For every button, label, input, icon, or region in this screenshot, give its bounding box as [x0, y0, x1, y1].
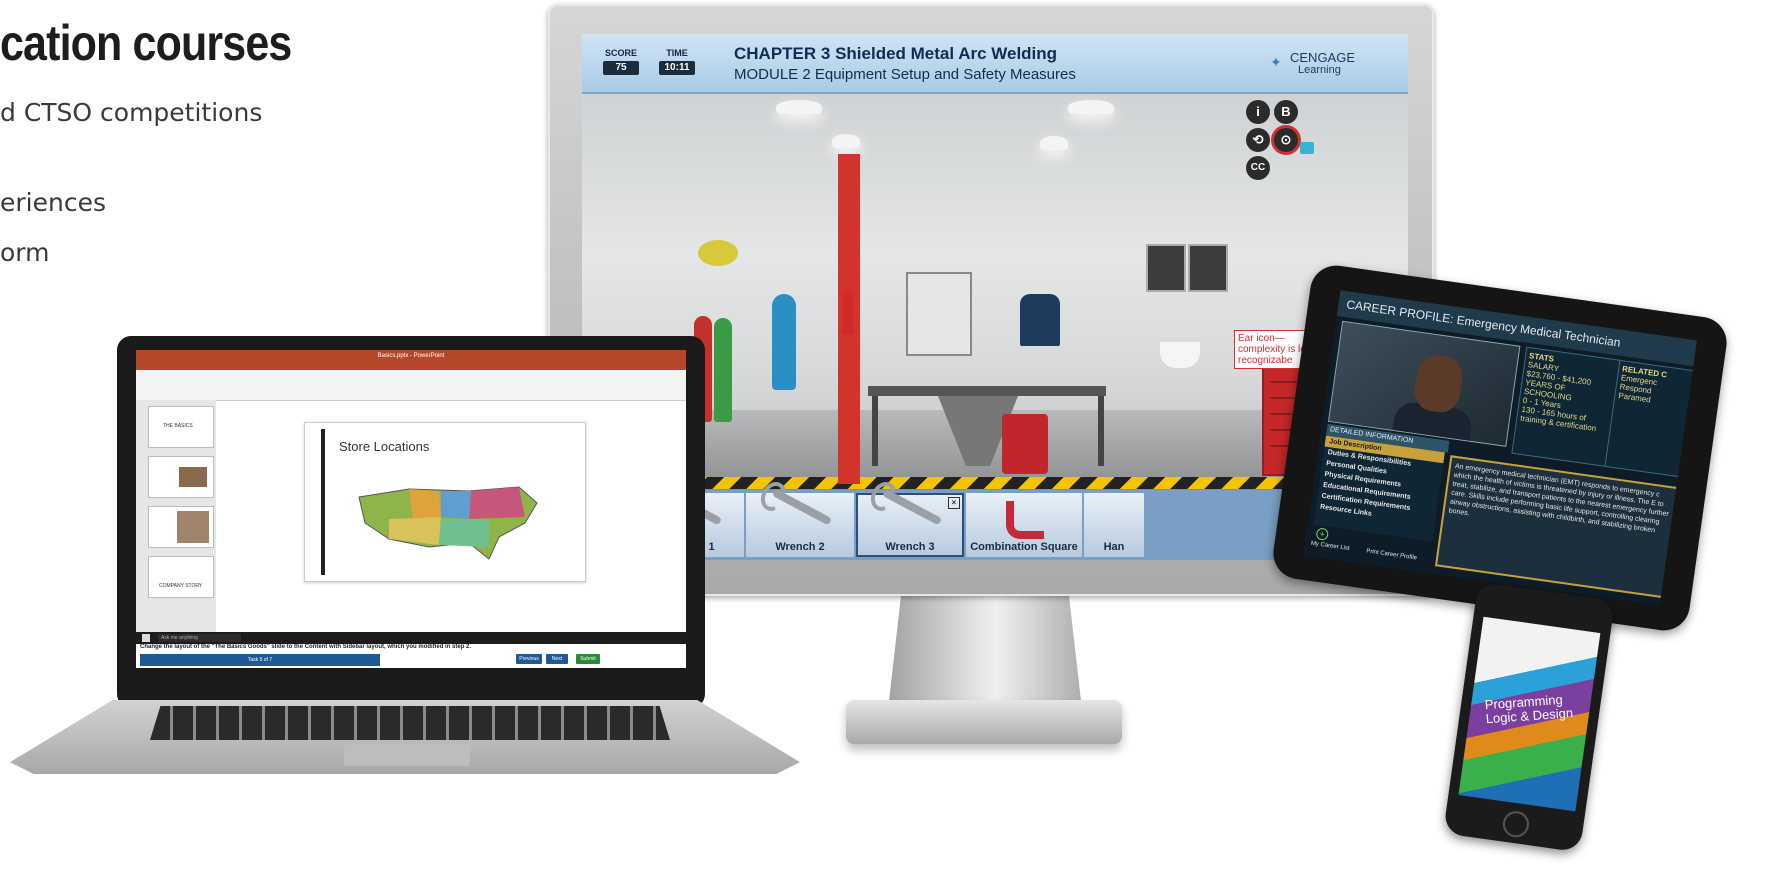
table-leg: [872, 396, 878, 466]
submit-button[interactable]: Submit: [576, 654, 600, 664]
tool-label: Wrench 2: [775, 541, 825, 553]
taskbar-search-input[interactable]: Ask me anything: [158, 634, 241, 642]
slide-canvas[interactable]: Store Locations: [304, 422, 586, 582]
hero-line-2: eriences: [0, 188, 106, 217]
book-title: Programming Logic & Design: [1484, 691, 1574, 727]
print-career-profile-link[interactable]: Print Career Profile: [1366, 548, 1417, 561]
welding-table[interactable]: [868, 386, 1106, 396]
detail-menu: Job Description Duties & Responsibilitie…: [1313, 435, 1445, 542]
close-icon[interactable]: ×: [948, 497, 960, 509]
window-title: Basics.pptx - PowerPoint: [136, 350, 686, 362]
hero-title: cation courses: [0, 15, 292, 71]
hose-reel[interactable]: [698, 240, 738, 266]
instruction-text: Change the layout of the "The Basics Goo…: [140, 644, 472, 650]
ceiling-lamp: [1040, 136, 1068, 150]
welding-machine[interactable]: [1002, 414, 1048, 474]
slide-sidebar: [321, 429, 325, 575]
keyboard: [150, 706, 670, 740]
ceiling-lamp: [1068, 100, 1114, 114]
slide-thumb[interactable]: [148, 456, 214, 498]
tool-item-combination-square[interactable]: Combination Square: [966, 493, 1083, 557]
thumb-image: [177, 511, 209, 543]
task-instructions: Change the layout of the "The Basics Goo…: [136, 644, 686, 668]
tool-label: Combination Square: [970, 541, 1078, 553]
slide-thumb[interactable]: [148, 506, 214, 548]
score-label: SCORE: [604, 48, 637, 58]
job-description-text: An emergency medical technician (EMT) re…: [1434, 455, 1685, 599]
time-value: 10:11: [659, 61, 695, 75]
ribbon[interactable]: [136, 370, 686, 401]
score-value: 75: [603, 61, 639, 75]
tool-label: Wrench 3: [885, 541, 935, 553]
us-map-image: [358, 486, 538, 560]
gas-cylinder-blue[interactable]: [772, 294, 796, 390]
welding-shop-scene: i B ⟲ ⊙ CC Ear icon—complexity is less r…: [582, 94, 1408, 490]
combination-square-icon: [1006, 501, 1044, 539]
replay-icon[interactable]: ⟲: [1246, 128, 1270, 152]
chapter-title: CHAPTER 3 Shielded Metal Arc Welding: [734, 44, 1058, 63]
presenter-face: [1411, 352, 1466, 415]
wrench-icon: [881, 488, 943, 526]
ceiling-lamp: [776, 100, 822, 114]
score-display: SCORE 75: [596, 48, 646, 75]
closed-caption-icon[interactable]: CC: [1246, 156, 1270, 180]
electrical-panel: [906, 272, 972, 356]
monitor-stand: [888, 596, 1082, 706]
wrench-icon: [771, 488, 833, 526]
gas-cylinder-green[interactable]: [714, 318, 732, 422]
ebook-cover[interactable]: Programming Logic & Design: [1458, 616, 1601, 812]
simulation-header: SCORE 75 TIME 10:11 CHAPTER 3 Shielded M…: [582, 34, 1408, 94]
time-display: TIME 10:11: [652, 48, 702, 75]
windows-start-icon[interactable]: [142, 634, 150, 642]
slide-thumb[interactable]: COMPANY STORY: [148, 556, 214, 598]
tool-label: Han: [1103, 541, 1125, 553]
slide-thumb[interactable]: THE BASICS: [148, 406, 214, 448]
slide-title[interactable]: Store Locations: [339, 439, 429, 454]
windows-taskbar: Ask me anything: [136, 632, 686, 644]
thumb-label: THE BASICS: [163, 423, 193, 429]
tool-item-wrench-3[interactable]: × Wrench 3: [856, 488, 965, 557]
brand-sub: Learning: [1298, 64, 1341, 76]
tool-item-hammer[interactable]: Han: [1084, 493, 1145, 557]
phone-device: Programming Logic & Design: [1442, 581, 1616, 853]
time-label: TIME: [666, 48, 688, 58]
sink: [1160, 342, 1200, 368]
chat-icon[interactable]: [1300, 142, 1314, 154]
tool-item-wrench-2[interactable]: Wrench 2: [746, 488, 855, 557]
task-progress: Task 5 of 7: [140, 654, 380, 666]
stats-panel: STATS SALARY $23,760 - $41,200 YEARS OF …: [1511, 346, 1622, 467]
info-icon[interactable]: i: [1246, 100, 1270, 124]
add-career-icon[interactable]: +: [1315, 527, 1330, 541]
ceiling-lamp: [832, 134, 860, 148]
fire-extinguisher[interactable]: [842, 290, 854, 334]
audio-ear-icon[interactable]: ⊙: [1274, 128, 1298, 152]
wall-cabinet[interactable]: [1188, 244, 1228, 292]
thumb-label: COMPANY STORY: [159, 583, 203, 589]
slide-thumbnails: THE BASICS COMPANY STORY: [136, 400, 216, 632]
previous-button[interactable]: Previous: [516, 654, 542, 664]
table-leg: [1098, 396, 1104, 466]
thumb-image: [179, 467, 207, 487]
cengage-logo-icon: ✦: [1270, 54, 1282, 70]
my-career-list-link[interactable]: My Career List: [1310, 541, 1349, 552]
brand-name: CENGAGE: [1290, 50, 1356, 65]
monitor-base: [846, 700, 1122, 744]
bookmark-b-icon[interactable]: B: [1274, 100, 1298, 124]
trackpad: [344, 744, 470, 766]
next-button[interactable]: Next: [546, 654, 568, 664]
ribbon-tabs[interactable]: [136, 362, 686, 370]
home-button-icon[interactable]: [1501, 809, 1531, 839]
module-title: MODULE 2 Equipment Setup and Safety Meas…: [734, 66, 1076, 83]
wall-cabinet[interactable]: [1146, 244, 1186, 292]
related-careers-panel: RELATED C Emergenc Respond Paramed: [1604, 359, 1697, 479]
powerpoint-screen: Basics.pptx - PowerPoint THE BASICS COMP…: [136, 350, 686, 668]
cengage-logo: CENGAGE Learning: [1290, 50, 1356, 76]
hero-line-1: d CTSO competitions: [0, 98, 263, 127]
career-profile-screen: CAREER PROFILE: Emergency Medical Techni…: [1303, 290, 1697, 606]
hero-line-3: orm: [0, 238, 50, 267]
welding-jacket[interactable]: [1020, 294, 1060, 346]
tablet-device: CAREER PROFILE: Emergency Medical Techni…: [1270, 262, 1730, 634]
